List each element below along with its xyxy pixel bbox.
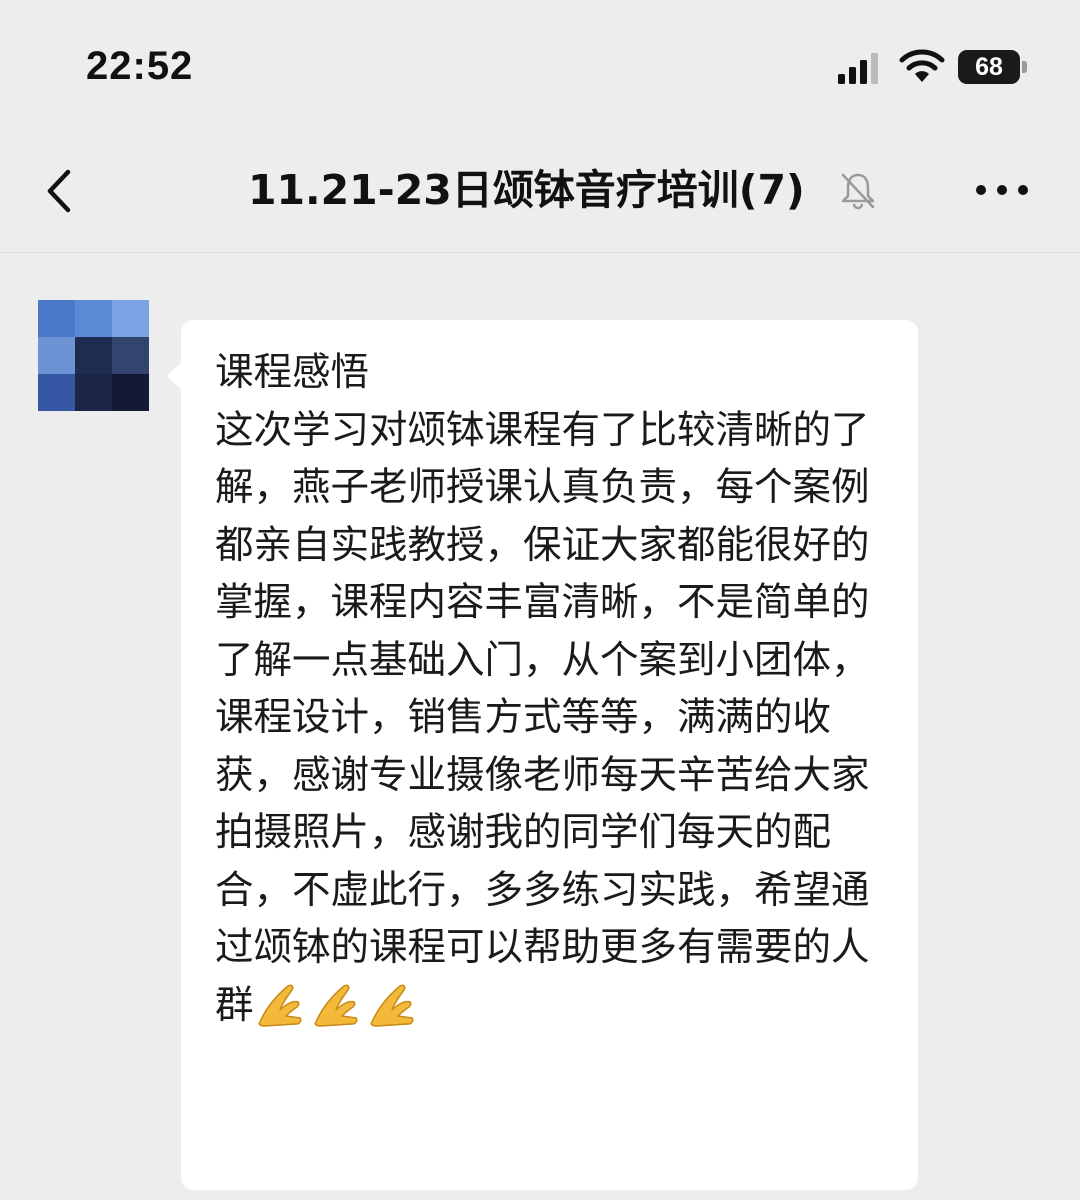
message-body: 课程感悟 这次学习对颂钵课程有了比较清晰的了解，燕子老师授课认真负责，每个案例都… xyxy=(215,350,870,1028)
message-text: 课程感悟 这次学习对颂钵课程有了比较清晰的了解，燕子老师授课认真负责，每个案例都… xyxy=(215,344,895,1034)
bell-off-icon xyxy=(841,173,875,210)
message-bubble[interactable]: 课程感悟 这次学习对颂钵课程有了比较清晰的了解，燕子老师授课认真负责，每个案例都… xyxy=(181,320,918,1190)
folded-hands-emoji xyxy=(313,984,358,1027)
signal-icon xyxy=(838,53,878,84)
chat-header: 11.21-23日颂钵音疗培训(7) xyxy=(0,130,1080,253)
battery-cap xyxy=(1022,61,1027,73)
status-time: 22:52 xyxy=(86,44,194,88)
status-bar: 22:52 68 xyxy=(0,0,1080,130)
battery-indicator: 68 xyxy=(958,50,1020,84)
more-dots-icon[interactable] xyxy=(972,180,1032,200)
folded-hands-emoji xyxy=(369,984,414,1027)
chevron-left-icon[interactable] xyxy=(40,166,80,216)
folded-hands-emoji xyxy=(257,984,302,1027)
avatar[interactable] xyxy=(38,300,149,412)
bubble-tail xyxy=(166,362,182,390)
chat-title: 11.21-23日颂钵音疗培训(7) xyxy=(248,166,805,214)
wifi-icon xyxy=(899,49,945,82)
